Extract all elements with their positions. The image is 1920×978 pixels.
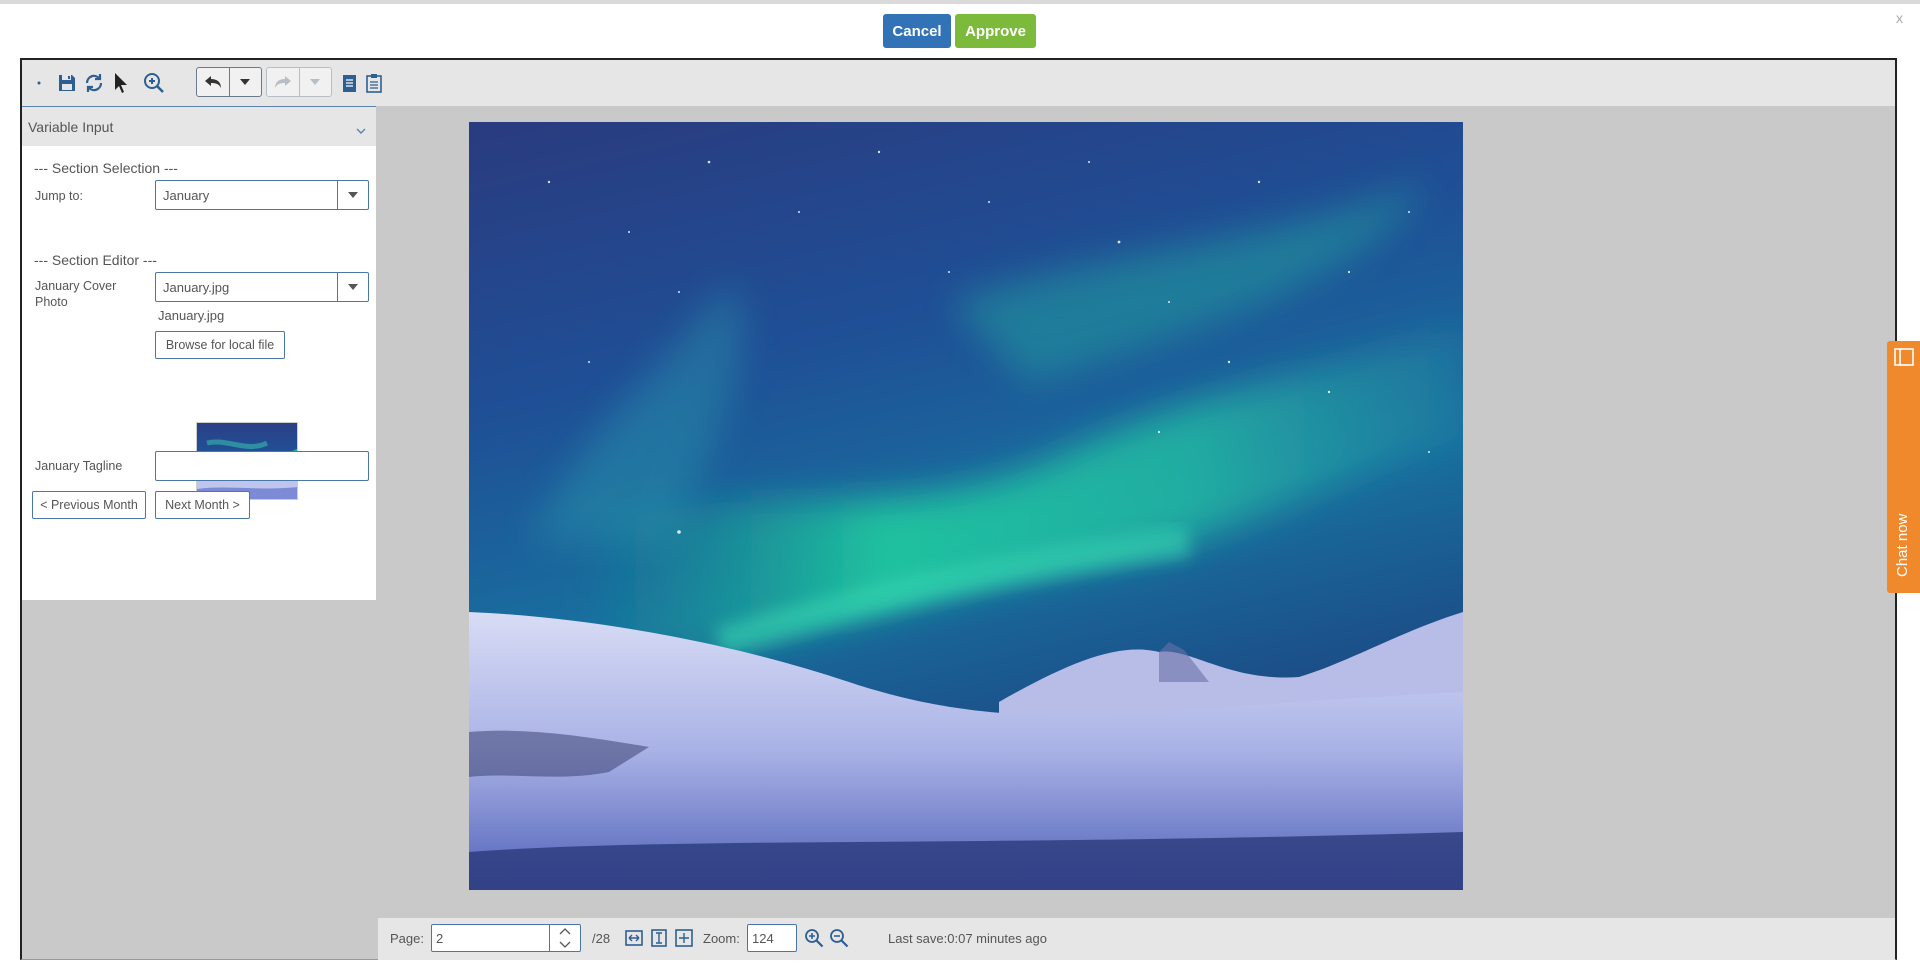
zoom-in-icon[interactable] <box>142 70 166 96</box>
chat-panel-icon <box>1894 347 1914 372</box>
last-save-status: Last save:0:07 minutes ago <box>888 931 1047 946</box>
page-number-input[interactable]: 2 <box>431 924 581 952</box>
redo-dropdown-icon[interactable] <box>299 68 331 96</box>
redo-icon[interactable] <box>267 68 299 96</box>
section-editor-title: --- Section Editor --- <box>34 252 157 268</box>
jump-to-label: Jump to: <box>35 189 83 203</box>
toolbar <box>22 60 1895 106</box>
cover-photo-filename: January.jpg <box>158 308 225 323</box>
refresh-icon[interactable] <box>82 70 106 96</box>
jump-to-select[interactable]: January <box>155 180 369 210</box>
jump-to-value: January <box>163 188 210 203</box>
page-total: /28 <box>592 931 611 946</box>
page-label: Page: <box>390 931 424 946</box>
zoom-input[interactable]: 124 <box>747 924 797 952</box>
page-stepper[interactable] <box>549 925 580 951</box>
undo-icon[interactable] <box>197 68 229 96</box>
cover-photo-value: January.jpg <box>163 280 230 295</box>
browse-button[interactable]: Browse for local file <box>155 331 285 359</box>
zoom-value: 124 <box>752 931 774 946</box>
dot-icon <box>36 70 42 96</box>
variable-input-panel: Variable Input --- Section Selection ---… <box>22 106 376 600</box>
fit-page-icon[interactable] <box>674 928 694 948</box>
document-canvas[interactable] <box>378 106 1895 918</box>
status-bar: Page: 2 /28 Zoom: 124 Last save:0:07 min… <box>378 918 1895 960</box>
chevron-down-icon[interactable] <box>337 273 368 301</box>
chevron-down-icon[interactable] <box>337 181 368 209</box>
editor-window: Variable Input --- Section Selection ---… <box>20 58 1897 960</box>
page-preview-image[interactable] <box>469 122 1463 890</box>
clipboard-icon[interactable] <box>364 70 384 96</box>
panel-title: Variable Input <box>28 119 114 135</box>
cover-photo-select[interactable]: January.jpg <box>155 272 369 302</box>
pointer-icon[interactable] <box>110 70 132 96</box>
save-icon[interactable] <box>56 70 78 96</box>
top-border <box>0 0 1920 4</box>
section-selection-title: --- Section Selection --- <box>34 160 178 176</box>
zoom-in-icon[interactable] <box>804 928 824 948</box>
chat-now-label: Chat now <box>1894 513 1911 577</box>
undo-dropdown-icon[interactable] <box>229 68 261 96</box>
panel-header[interactable]: Variable Input <box>22 106 376 146</box>
approve-button[interactable]: Approve <box>955 14 1036 48</box>
chat-now-tab[interactable]: Chat now <box>1887 341 1920 593</box>
zoom-label: Zoom: <box>703 931 740 946</box>
next-month-button[interactable]: Next Month > <box>155 491 250 519</box>
fit-width-icon[interactable] <box>624 928 644 948</box>
redo-group <box>266 67 332 97</box>
zoom-out-icon[interactable] <box>829 928 849 948</box>
chevron-down-icon[interactable] <box>356 121 366 139</box>
tagline-input[interactable] <box>155 451 369 481</box>
tagline-label: January Tagline <box>35 459 123 473</box>
cover-photo-label: January Cover Photo <box>35 279 117 309</box>
close-icon[interactable]: x <box>1896 10 1903 26</box>
fit-height-icon[interactable] <box>649 928 669 948</box>
undo-group <box>196 67 262 97</box>
page-icon[interactable] <box>340 70 360 96</box>
previous-month-button[interactable]: < Previous Month <box>32 491 146 519</box>
page-number-value: 2 <box>436 931 444 946</box>
cancel-button[interactable]: Cancel <box>883 14 951 48</box>
